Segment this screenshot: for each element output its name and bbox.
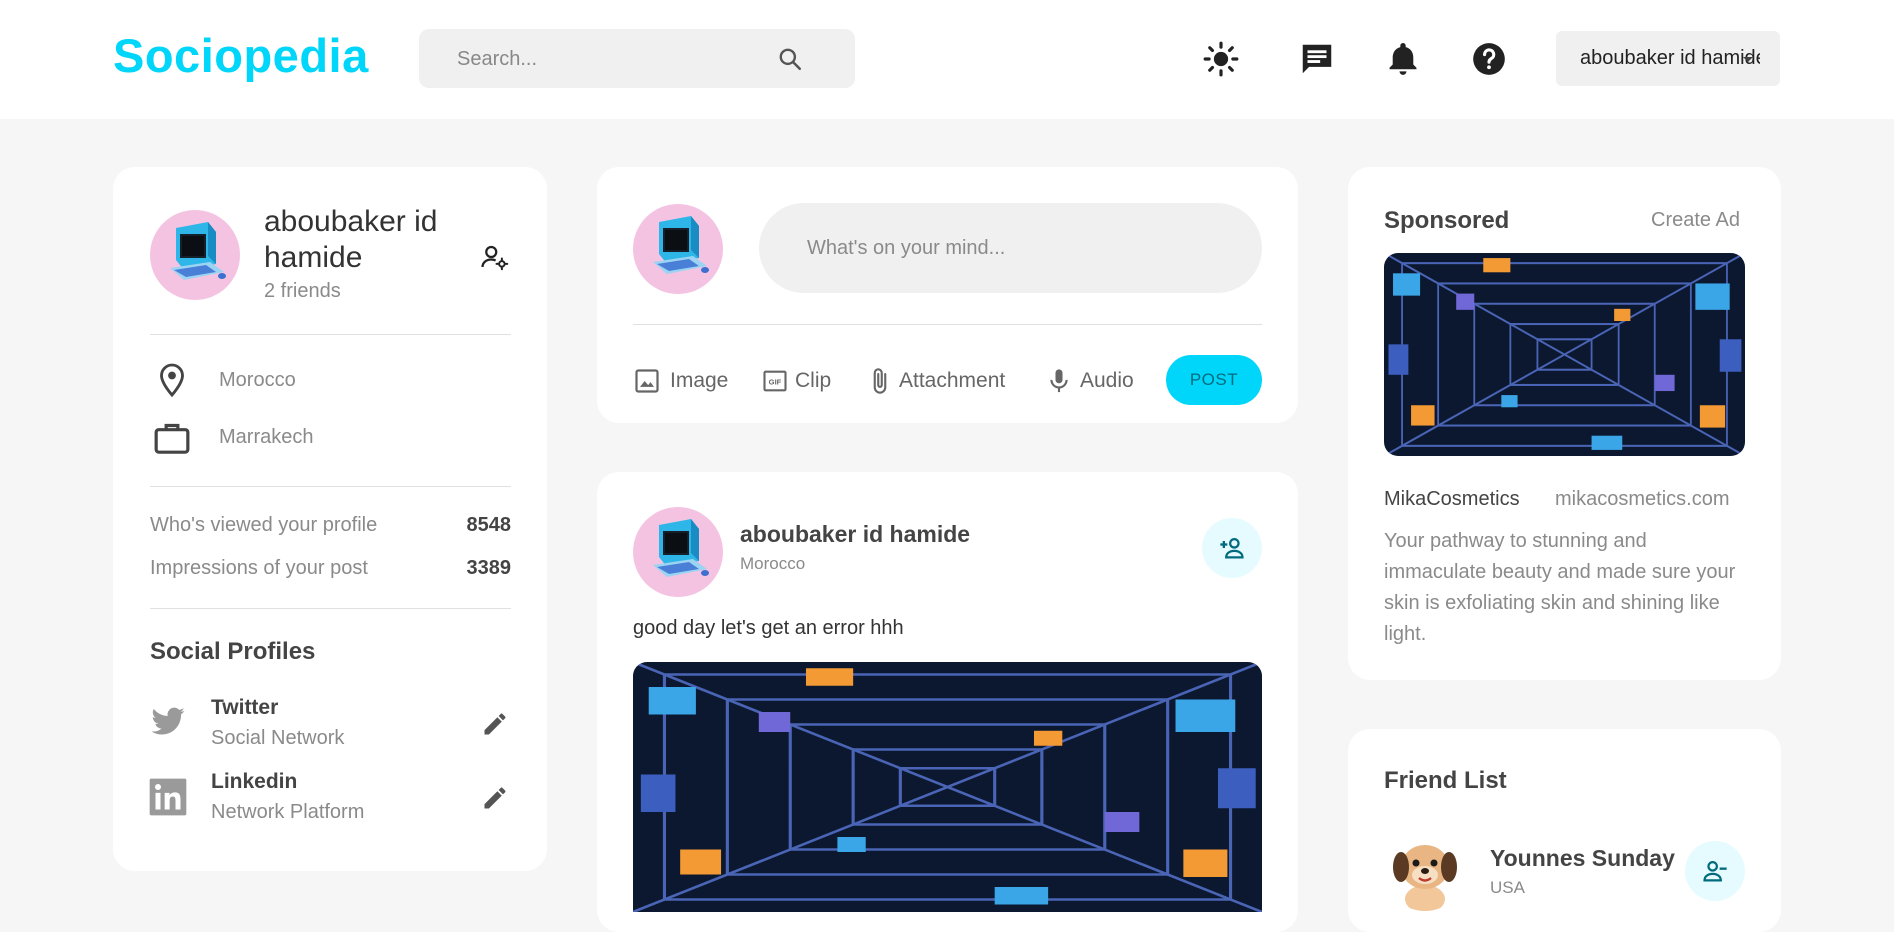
avatar-image: [633, 507, 723, 597]
post-author-location: Morocco: [740, 554, 806, 573]
microphone-icon: [1050, 369, 1068, 393]
advert-url[interactable]: mikacosmetics.com: [1555, 488, 1729, 511]
attachment-action[interactable]: Attachment: [866, 365, 1016, 397]
add-friend-button[interactable]: [1202, 518, 1262, 578]
audio-action[interactable]: Audio: [1045, 365, 1145, 397]
profile-name[interactable]: aboubaker id hamide: [264, 204, 464, 276]
svg-text:GIF: GIF: [769, 377, 782, 386]
image-action[interactable]: Image: [633, 365, 733, 397]
tunnel-image: [633, 662, 1262, 912]
sun-icon[interactable]: [1202, 40, 1240, 78]
advert-description: Your pathway to stunning and immaculate …: [1384, 530, 1736, 645]
post-author-name[interactable]: aboubaker id hamide: [740, 521, 970, 548]
person-add-icon: [1220, 538, 1244, 559]
post-image[interactable]: [633, 662, 1262, 912]
impressions-label: Impressions of your post: [150, 557, 368, 579]
user-select-dropdown[interactable]: aboubaker id hamide: [1556, 31, 1780, 86]
chevron-down-icon: [1743, 57, 1753, 62]
avatar[interactable]: [150, 210, 240, 300]
top-navbar: Sociopedia aboubaker id hamide: [0, 0, 1894, 119]
divider: [150, 334, 511, 335]
divider: [150, 486, 511, 487]
create-ad-link[interactable]: Create Ad: [1651, 209, 1740, 232]
gif-icon: GIF: [763, 370, 787, 392]
search-icon[interactable]: [777, 46, 803, 72]
post-input[interactable]: [759, 203, 1262, 293]
friend-location: USA: [1490, 878, 1525, 897]
edit-twitter-icon[interactable]: [481, 710, 509, 738]
search-bar: [419, 29, 855, 88]
manage-account-icon[interactable]: [480, 242, 510, 272]
help-icon[interactable]: [1470, 40, 1508, 78]
social-name-linkedin[interactable]: Linkedin: [211, 770, 297, 794]
briefcase-icon: [154, 423, 190, 454]
sponsored-title: Sponsored: [1384, 207, 1510, 234]
person-remove-icon: [1703, 861, 1727, 882]
linkedin-icon: [149, 778, 187, 816]
profile-views-label: Who's viewed your profile: [150, 514, 378, 536]
dog-avatar: [1393, 845, 1457, 911]
edit-linkedin-icon[interactable]: [481, 784, 509, 812]
image-icon: [635, 369, 659, 393]
post-author-avatar[interactable]: [633, 507, 723, 597]
advert-brand[interactable]: MikaCosmetics: [1384, 488, 1520, 511]
user-select-value: aboubaker id hamide: [1580, 47, 1760, 69]
clip-action[interactable]: GIF Clip: [761, 365, 841, 397]
social-type-twitter: Social Network: [211, 727, 345, 749]
advert-image[interactable]: [1384, 253, 1745, 456]
clip-label: Clip: [795, 369, 832, 392]
twitter-icon: [151, 707, 185, 735]
search-input[interactable]: [455, 43, 759, 75]
impressions-value: 3389: [466, 557, 512, 579]
friend-avatar[interactable]: [1384, 829, 1466, 911]
social-profiles-title: Social Profiles: [150, 638, 316, 665]
social-name-twitter[interactable]: Twitter: [211, 696, 278, 720]
app-logo[interactable]: Sociopedia: [113, 28, 369, 83]
friends-count: 2 friends: [264, 280, 341, 302]
occupation-text: Marrakech: [219, 426, 314, 448]
friend-name[interactable]: Younnes Sunday: [1490, 845, 1675, 872]
profile-views-value: 8548: [466, 514, 512, 536]
post-text: good day let's get an error hhh: [633, 617, 904, 639]
bell-icon[interactable]: [1384, 40, 1422, 78]
avatar-image: [633, 204, 723, 294]
social-type-linkedin: Network Platform: [211, 801, 365, 823]
divider: [633, 324, 1262, 325]
friend-list-title: Friend List: [1384, 767, 1507, 794]
avatar-image: [150, 210, 240, 300]
attachment-icon: [873, 368, 887, 394]
location-pin-icon: [160, 363, 184, 398]
composer-avatar[interactable]: [633, 204, 723, 294]
audio-label: Audio: [1080, 369, 1134, 392]
remove-friend-button[interactable]: [1685, 841, 1745, 901]
tunnel-image: [1384, 253, 1745, 456]
location-text: Morocco: [219, 369, 296, 391]
message-icon[interactable]: [1298, 40, 1336, 78]
image-label: Image: [670, 369, 729, 392]
attachment-label: Attachment: [899, 369, 1006, 392]
divider: [150, 608, 511, 609]
post-button[interactable]: POST: [1166, 355, 1262, 405]
